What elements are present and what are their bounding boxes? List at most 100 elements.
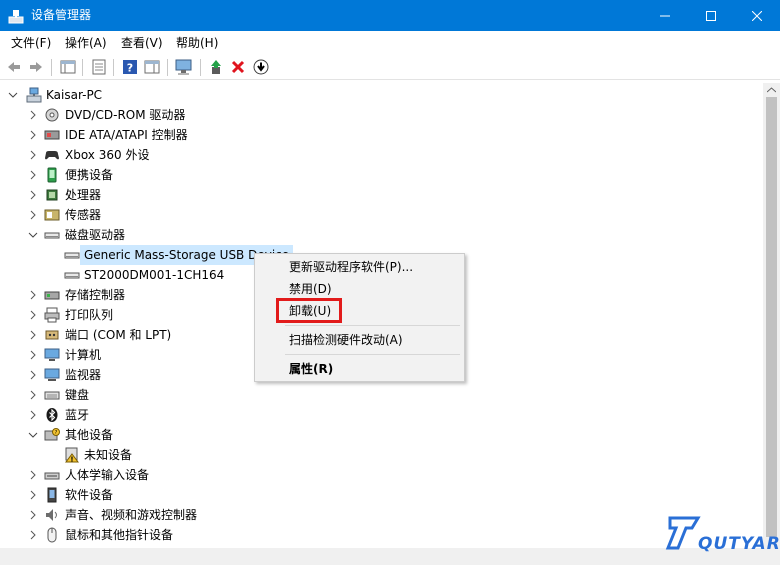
expand-chevron-icon[interactable] (28, 305, 38, 325)
scroll-up-arrow-icon[interactable] (767, 87, 776, 93)
action-pane-button[interactable] (142, 57, 162, 77)
expand-chevron-icon[interactable] (28, 485, 38, 505)
context-disable[interactable]: 禁用(D) (255, 278, 464, 300)
tree-node[interactable]: Xbox 360 外设 (0, 145, 400, 165)
tree-node-label: 计算机 (65, 348, 102, 362)
menu-help[interactable]: 帮助(H) (176, 35, 218, 51)
window-title: 设备管理器 (31, 8, 92, 22)
toolbar-separator (167, 59, 168, 76)
tree-node[interactable]: 人体学输入设备 (0, 465, 400, 485)
tree-node[interactable]: 蓝牙 (0, 405, 400, 425)
tree-node-label: 传感器 (65, 208, 102, 222)
close-icon (752, 10, 762, 21)
console-tree-icon (60, 60, 76, 74)
maximize-button[interactable] (688, 0, 734, 31)
menu-action[interactable]: 操作(A) (65, 35, 107, 51)
back-button[interactable] (4, 57, 24, 77)
tree-node[interactable]: 软件设备 (0, 485, 400, 505)
down-arrow-circle-icon (253, 59, 269, 75)
tree-node-label: 磁盘驱动器 (65, 228, 126, 242)
tree-node[interactable]: 声音、视频和游戏控制器 (0, 505, 400, 525)
expand-chevron-icon[interactable] (28, 325, 38, 345)
tree-node[interactable]: ? 其他设备 (0, 425, 400, 445)
qutyar-watermark: QUTYAR (664, 512, 780, 558)
minimize-button[interactable] (642, 0, 688, 31)
context-separator (285, 325, 460, 326)
tree-node[interactable]: 磁盘驱动器 (0, 225, 400, 245)
close-button[interactable] (734, 0, 780, 31)
vertical-scroll-thumb[interactable] (766, 97, 777, 537)
context-separator (285, 354, 460, 355)
expand-chevron-icon[interactable] (28, 505, 38, 525)
processor-icon (46, 189, 58, 201)
svg-text:?: ? (55, 430, 58, 436)
tree-node-label: 声音、视频和游戏控制器 (65, 508, 198, 522)
forward-button[interactable] (26, 57, 46, 77)
expand-chevron-icon[interactable] (28, 145, 38, 165)
expand-chevron-icon[interactable] (28, 525, 38, 545)
tree-node-label: 端口 (COM 和 LPT) (65, 328, 172, 342)
expand-chevron-icon[interactable] (28, 405, 38, 425)
context-properties[interactable]: 属性(R) (255, 358, 464, 380)
expand-chevron-icon[interactable] (28, 465, 38, 485)
menu-view[interactable]: 查看(V) (121, 35, 163, 51)
properties-button[interactable] (89, 57, 109, 77)
tree-node-label: 处理器 (65, 188, 102, 202)
printer-icon (44, 307, 60, 323)
menu-file[interactable]: 文件(F) (11, 35, 51, 51)
hid-icon (44, 472, 60, 480)
expand-chevron-icon[interactable] (28, 345, 38, 365)
disk-drive-icon (44, 232, 60, 239)
tree-node[interactable]: IDE ATA/ATAPI 控制器 (0, 125, 400, 145)
expand-chevron-icon[interactable] (28, 285, 38, 305)
expand-chevron-icon[interactable] (28, 365, 38, 385)
toolbar: ? (0, 55, 780, 80)
uninstall-button[interactable] (228, 57, 248, 77)
gamepad-icon (45, 151, 59, 160)
help-button[interactable]: ? (120, 57, 140, 77)
computer-icon (26, 87, 42, 103)
scan-hardware-button[interactable] (174, 57, 194, 77)
expand-chevron-icon[interactable] (28, 105, 38, 125)
portable-device-icon (47, 167, 57, 183)
toolbar-separator (82, 59, 83, 76)
minimize-icon (660, 15, 670, 16)
expand-chevron-icon[interactable] (28, 385, 38, 405)
context-update-driver[interactable]: 更新驱动程序软件(P)... (255, 256, 464, 278)
storage-controller-icon (44, 291, 60, 300)
mouse-icon (47, 527, 57, 543)
svg-text:?: ? (127, 62, 133, 75)
title-bar: 设备管理器 (0, 0, 780, 31)
collapse-chevron-icon[interactable] (8, 85, 18, 105)
disk-drive-icon (64, 252, 80, 259)
expand-chevron-icon[interactable] (28, 125, 38, 145)
tree-node[interactable]: 处理器 (0, 185, 400, 205)
tree-node[interactable]: 便携设备 (0, 165, 400, 185)
tree-node[interactable]: DVD/CD-ROM 驱动器 (0, 105, 400, 125)
tree-child-node[interactable]: ! 未知设备 (0, 445, 400, 465)
tree-node[interactable]: 键盘 (0, 385, 400, 405)
show-hide-console-tree-button[interactable] (58, 57, 78, 77)
expand-chevron-icon[interactable] (28, 205, 38, 225)
horizontal-scrollbar[interactable] (0, 548, 780, 565)
vertical-scrollbar[interactable] (763, 83, 780, 548)
toolbar-separator (51, 59, 52, 76)
tree-node-label: 便携设备 (65, 168, 114, 182)
monitor-scan-icon (175, 59, 192, 75)
context-scan-hardware[interactable]: 扫描检测硬件改动(A) (255, 329, 464, 351)
menu-bar: 文件(F) 操作(A) 查看(V) 帮助(H) (0, 31, 780, 55)
collapse-chevron-icon[interactable] (28, 425, 38, 445)
update-driver-button[interactable] (206, 57, 226, 77)
unknown-device-warning-icon: ! (65, 447, 79, 463)
expand-chevron-icon[interactable] (28, 185, 38, 205)
tree-node-label: 人体学输入设备 (65, 468, 150, 482)
tree-node[interactable]: 传感器 (0, 205, 400, 225)
sensor-icon (44, 209, 60, 221)
expand-chevron-icon[interactable] (28, 165, 38, 185)
disable-device-button[interactable] (251, 57, 271, 77)
tree-node[interactable]: 鼠标和其他指针设备 (0, 525, 400, 545)
device-manager-icon (8, 10, 24, 24)
computer-name: Kaisar-PC (46, 88, 103, 102)
collapse-chevron-icon[interactable] (28, 225, 38, 245)
tree-root-node[interactable]: Kaisar-PC (0, 85, 300, 105)
